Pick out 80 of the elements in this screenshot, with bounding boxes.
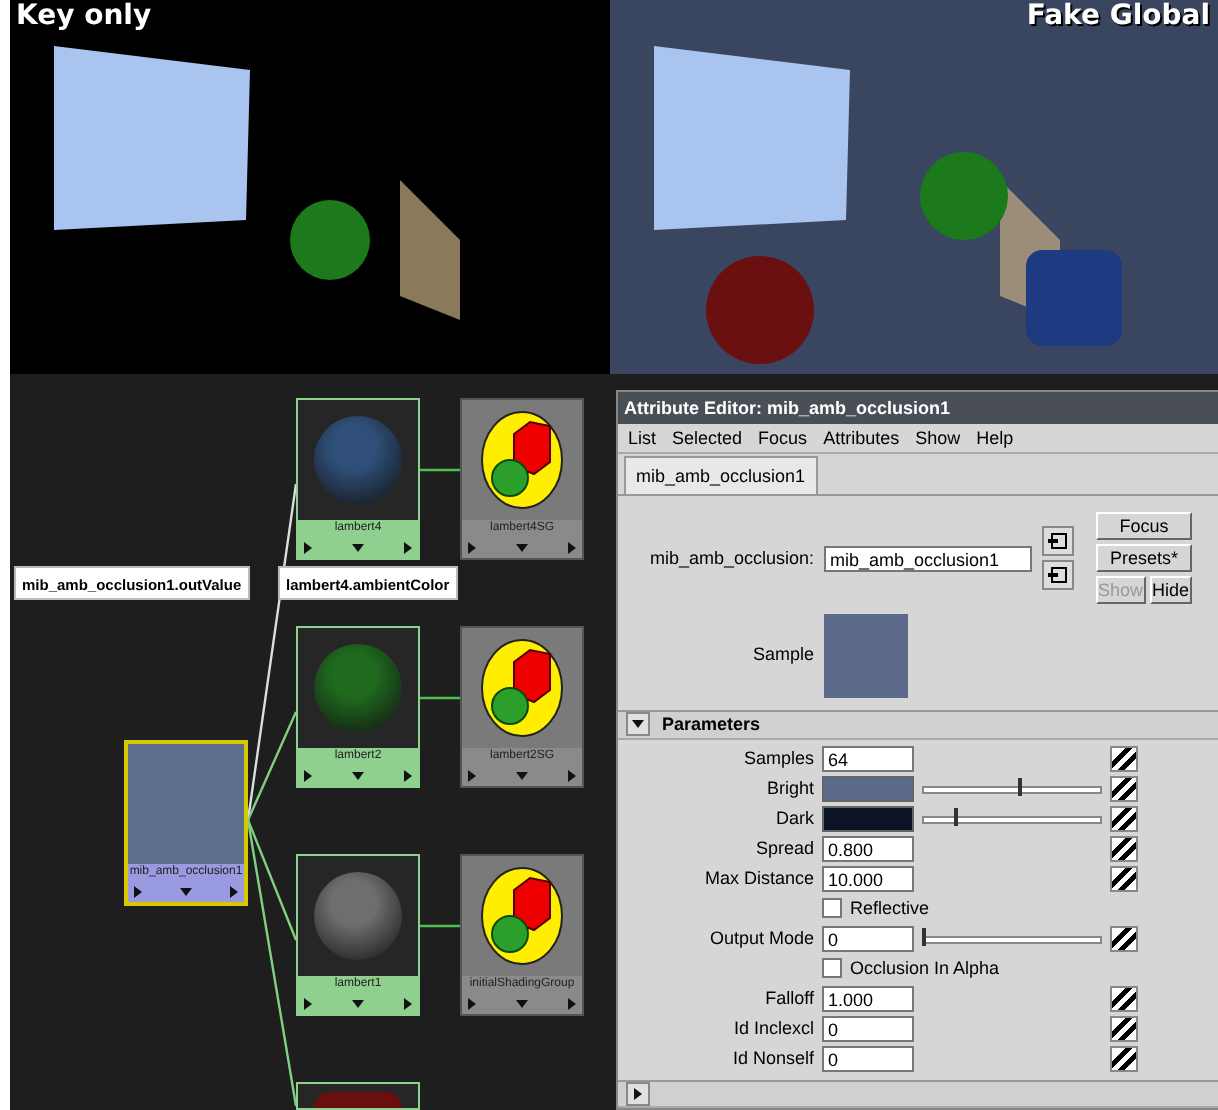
input-connection-icon[interactable] (1042, 526, 1074, 557)
map-button[interactable] (1110, 1045, 1138, 1072)
play-icon[interactable] (466, 542, 478, 554)
map-button[interactable] (1110, 775, 1138, 802)
shading-group-icon (478, 638, 566, 738)
editor-button[interactable]: Focus (1096, 512, 1192, 541)
play-icon[interactable] (302, 998, 314, 1010)
caret-icon[interactable] (180, 886, 192, 898)
map-button[interactable] (1110, 925, 1138, 952)
play-icon[interactable] (228, 886, 240, 898)
caret-icon[interactable] (352, 770, 364, 782)
input-field[interactable]: 64 (822, 745, 914, 772)
editor-button[interactable]: Presets* (1096, 544, 1192, 573)
play-icon[interactable] (132, 886, 144, 898)
menu-item[interactable]: List (628, 427, 657, 448)
slider-handle[interactable] (1018, 777, 1023, 796)
play-icon[interactable] (302, 542, 314, 554)
input-field[interactable]: 0 (822, 1045, 914, 1072)
color-swatch[interactable] (822, 775, 914, 802)
caret-icon[interactable] (626, 1081, 650, 1106)
checkbox-label: Occlusion In Alpha (850, 958, 1000, 979)
input-field[interactable]: 10.000 (822, 865, 914, 892)
output-connection-icon[interactable] (1042, 560, 1074, 591)
field-label: Bright (764, 778, 814, 799)
field-label: Spread (753, 838, 814, 859)
node-name-field[interactable]: mib_amb_occlusion1 (824, 545, 1032, 572)
map-button[interactable] (1110, 865, 1138, 892)
play-icon[interactable] (302, 770, 314, 782)
input-field[interactable]: 0 (822, 925, 914, 952)
editor-button[interactable]: Hide (1149, 576, 1192, 605)
map-button[interactable] (1110, 985, 1138, 1012)
play-icon[interactable] (566, 770, 578, 782)
map-button[interactable] (1110, 805, 1138, 832)
input-field[interactable]: 0.800 (822, 835, 914, 862)
connection-line (420, 696, 460, 700)
checkbox[interactable] (822, 958, 842, 979)
color-swatch[interactable] (822, 805, 914, 832)
field-label: Output Mode (707, 928, 814, 949)
slider-handle[interactable] (922, 927, 926, 946)
caret-icon[interactable] (626, 712, 650, 737)
field-label: mib_amb_occlusion: (647, 548, 814, 569)
map-button[interactable] (1110, 835, 1138, 862)
shading-group-icon (478, 410, 566, 510)
caret-icon[interactable] (352, 542, 364, 554)
input-field[interactable]: 1.000 (822, 985, 914, 1012)
play-icon[interactable] (466, 998, 478, 1010)
window-title: Attribute Editor: mib_amb_occlusion1 (624, 397, 951, 418)
play-icon[interactable] (566, 542, 578, 554)
play-icon[interactable] (466, 770, 478, 782)
node-tab[interactable]: mib_amb_occlusion1 (624, 456, 818, 495)
field-label: Sample (750, 644, 814, 665)
play-icon[interactable] (402, 770, 414, 782)
play-icon[interactable] (566, 998, 578, 1010)
map-button[interactable] (1110, 745, 1138, 772)
field-label: Id Inclexcl (731, 1018, 814, 1039)
slider-handle[interactable] (953, 807, 958, 826)
section-title: Parameters (662, 714, 761, 735)
render-caption: Key only (16, 0, 152, 32)
menu-item[interactable]: Help (976, 427, 1014, 448)
checkbox[interactable] (822, 898, 842, 919)
menu-item[interactable]: Selected (672, 427, 743, 448)
checkbox-label: Reflective (850, 898, 930, 919)
shader-node[interactable] (296, 1082, 420, 1110)
menu-item[interactable]: Attributes (823, 427, 900, 448)
input-field[interactable]: 0 (822, 1015, 914, 1042)
connection-line (420, 924, 460, 928)
render-caption: Fake Global (1026, 0, 1210, 32)
field-label: Falloff (763, 988, 814, 1009)
menu-item[interactable]: Show (915, 427, 961, 448)
field-label: Id Nonself (730, 1048, 814, 1069)
field-label: Samples (741, 748, 814, 769)
caret-icon[interactable] (352, 998, 364, 1010)
field-label: Dark (773, 808, 814, 829)
menu-item[interactable]: Focus (758, 427, 808, 448)
connection-line (420, 468, 460, 472)
play-icon[interactable] (402, 542, 414, 554)
map-button[interactable] (1110, 1015, 1138, 1042)
field-label: Max Distance (702, 868, 814, 889)
play-icon[interactable] (402, 998, 414, 1010)
shading-group-icon (478, 866, 566, 966)
